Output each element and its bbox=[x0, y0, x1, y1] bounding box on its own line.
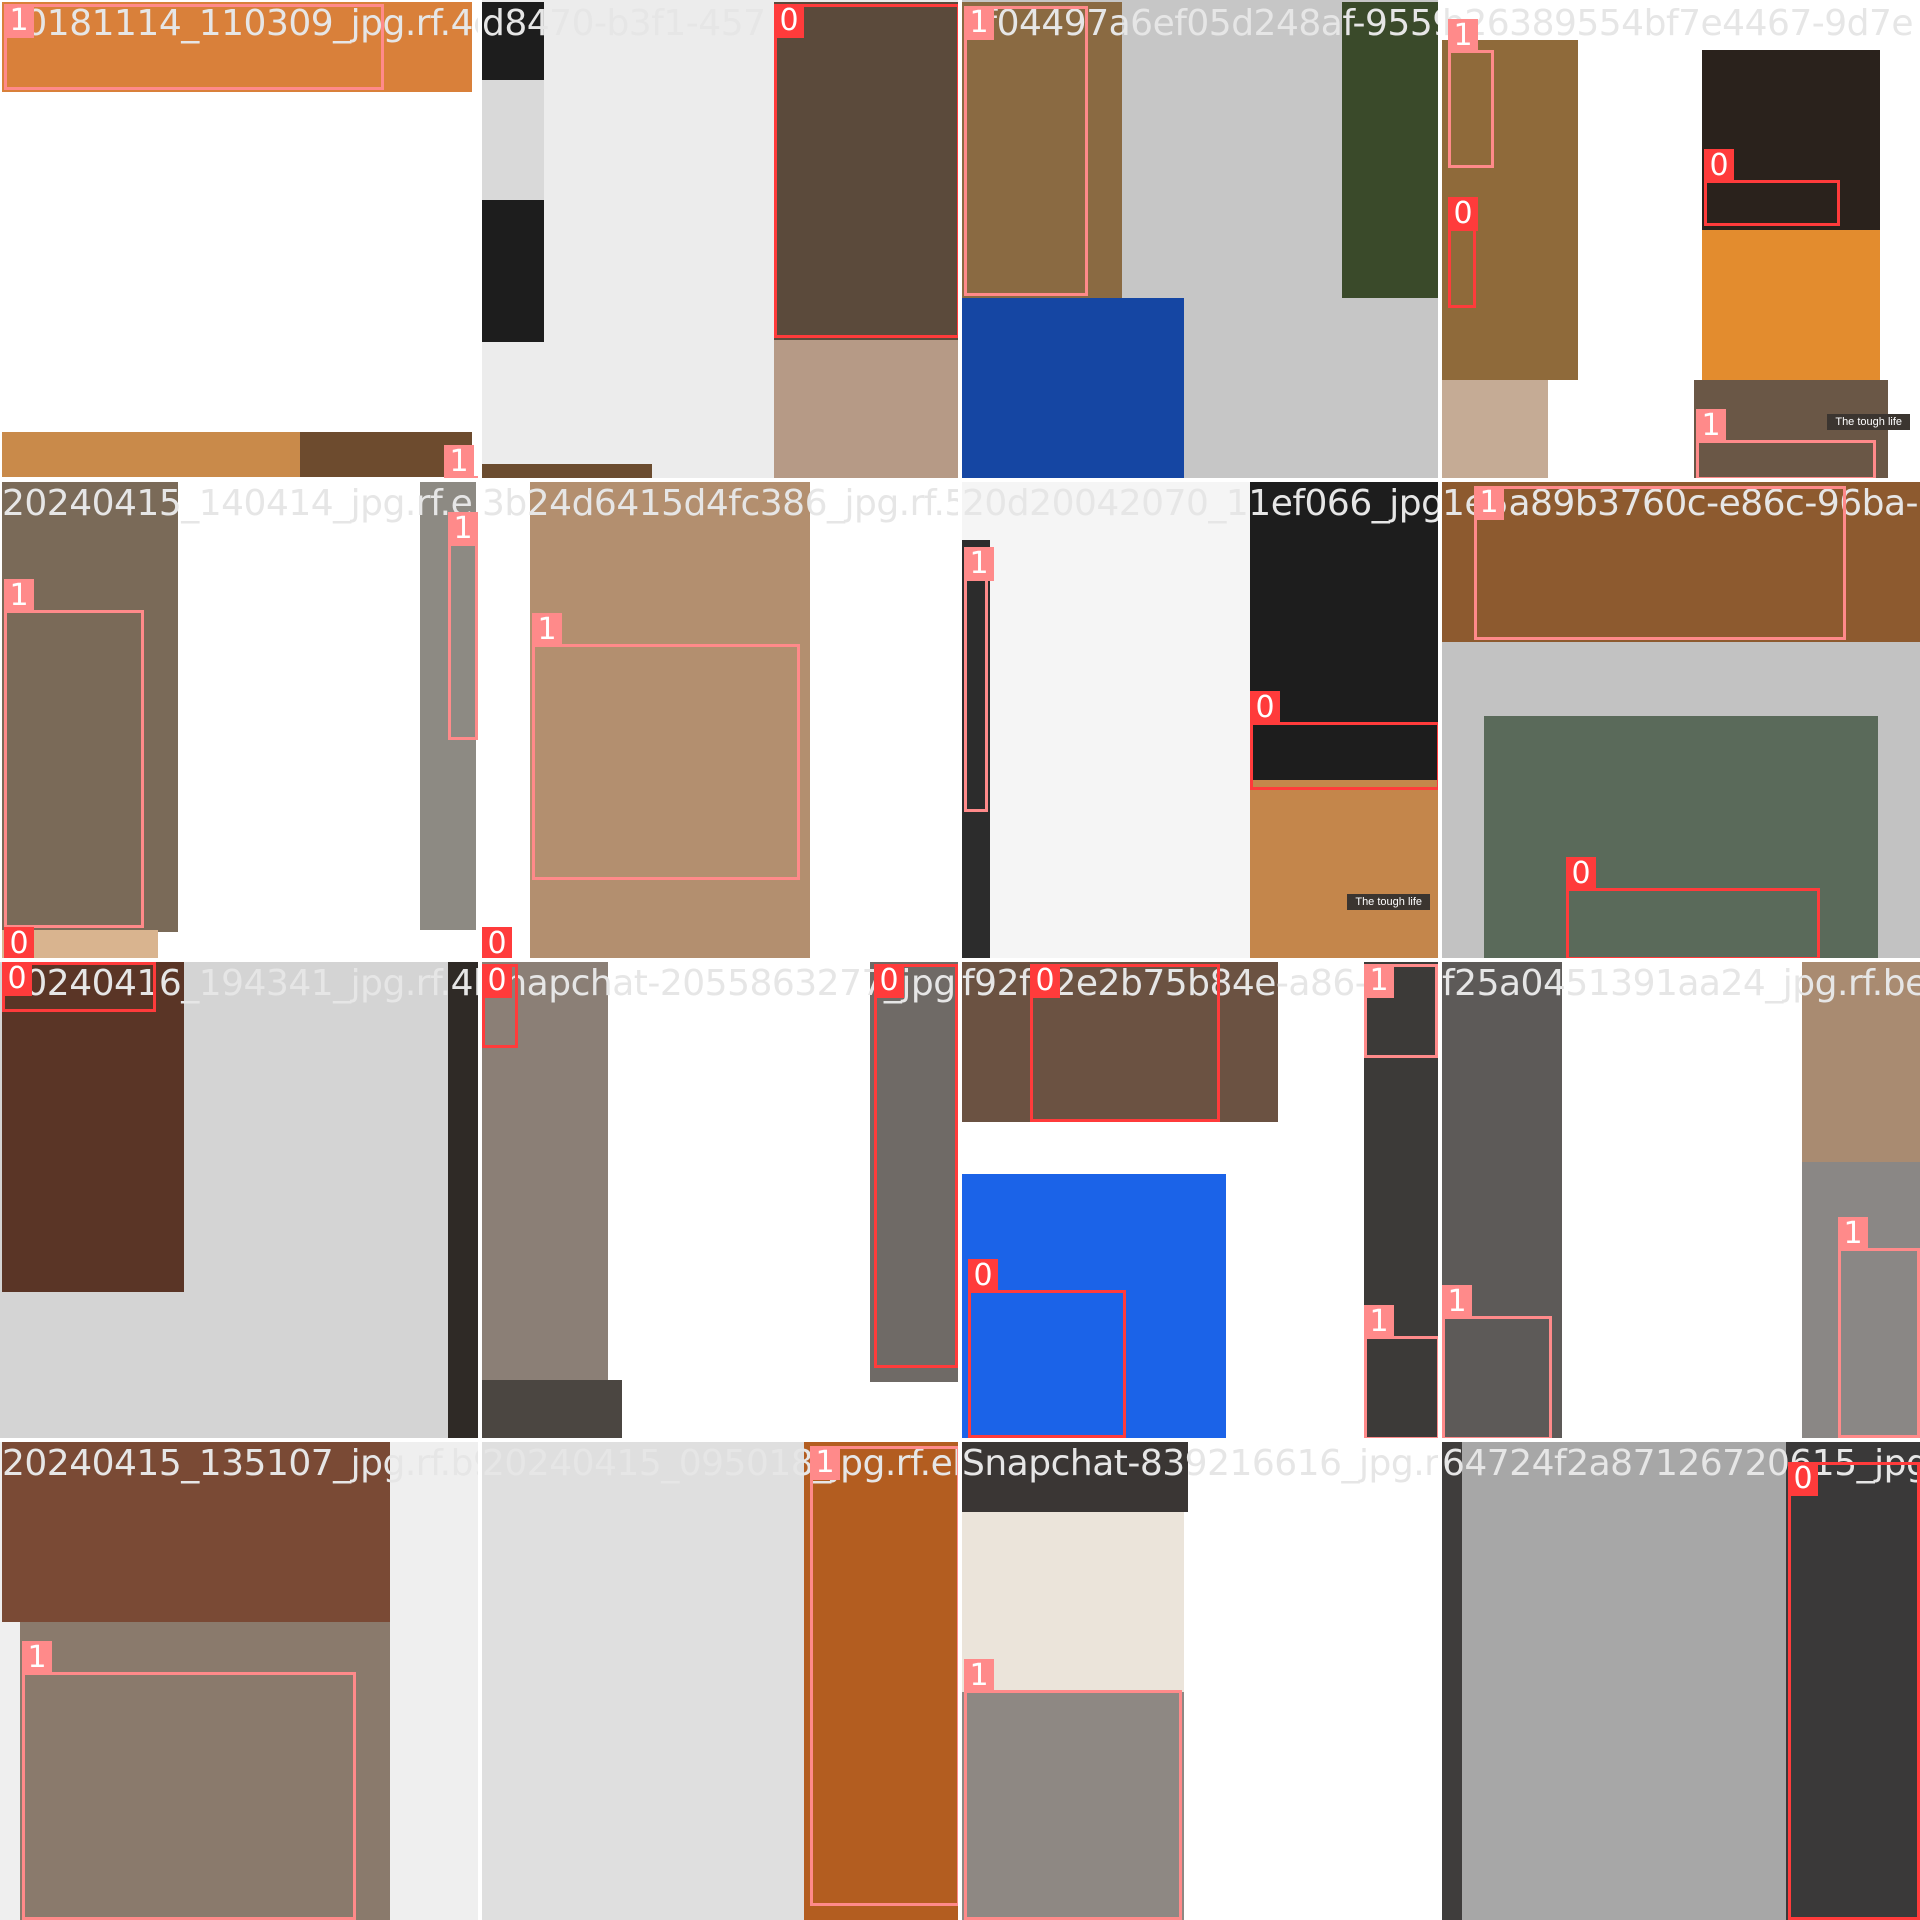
class-label: 1 bbox=[810, 1446, 840, 1480]
class-label: 1 bbox=[4, 4, 34, 38]
mosaic-tile: 3b24d6415d4fc386_jpg.rf.59 1 0 bbox=[480, 480, 960, 960]
class-label: 1 bbox=[1364, 964, 1394, 998]
bounding-box: 1 bbox=[4, 4, 384, 90]
class-label: 0 bbox=[874, 964, 904, 998]
bounding-box: 1 bbox=[1838, 1217, 1920, 1438]
photo-region bbox=[962, 298, 1184, 478]
photo-region bbox=[448, 962, 480, 1440]
mosaic-grid: 10181114_110309_jpg.rf.4e 1 1 d8470-b3f1-45… bbox=[0, 0, 1920, 1920]
class-label: 1 bbox=[448, 512, 478, 546]
class-label: 1 bbox=[1474, 486, 1504, 520]
bounding-box: 1 bbox=[532, 613, 800, 880]
photo-region bbox=[1442, 380, 1548, 480]
mosaic-tile: 20240415_135107_jpg.rf.b9 1 bbox=[0, 1440, 480, 1920]
photo-region bbox=[1342, 2, 1440, 298]
bounding-box: 1 bbox=[1364, 1305, 1440, 1440]
bounding-box: 1 bbox=[1474, 486, 1846, 640]
bounding-box: 1 bbox=[964, 6, 1088, 296]
tile-gutter bbox=[0, 958, 1920, 962]
photo-region bbox=[1442, 1442, 1462, 1920]
photo-caption: The tough life bbox=[1347, 894, 1430, 910]
photo-region bbox=[482, 80, 544, 200]
bounding-box: 0 bbox=[874, 964, 958, 1368]
class-label: 0 bbox=[968, 1259, 998, 1293]
mosaic-tile: Snapchat-839216616_jpg.rf. 1 bbox=[960, 1440, 1440, 1920]
photo-region bbox=[482, 1380, 622, 1440]
tile-filename: b26389554bf7e4467-9d7e bbox=[1442, 3, 1914, 44]
mosaic-tile: 10181114_110309_jpg.rf.4e 1 1 bbox=[0, 0, 480, 480]
class-label: 0 bbox=[1250, 691, 1280, 725]
bounding-box: 0 bbox=[1448, 197, 1478, 308]
tile-filename: 3b24d6415d4fc386_jpg.rf.59 bbox=[482, 483, 960, 524]
class-label: 1 bbox=[964, 1659, 994, 1693]
tile-filename: d8470-b3f1-457 bbox=[482, 3, 766, 44]
class-label: 1 bbox=[22, 1641, 52, 1675]
bounding-box: 0 bbox=[774, 4, 960, 338]
bounding-box: 1 bbox=[22, 1641, 356, 1920]
tile-filename: Snapchat-839216616_jpg.rf. bbox=[962, 1443, 1440, 1484]
mosaic-tile: The tough life 20d20042070_11ef066_jpg.rf… bbox=[960, 480, 1440, 960]
class-label: 0 bbox=[1704, 149, 1734, 183]
bounding-box: 1 bbox=[964, 547, 994, 812]
bounding-box: 1 bbox=[810, 1446, 960, 1906]
mosaic-tile: 20240416_194341_jpg.rf.4b 0 bbox=[0, 960, 480, 1440]
photo-region bbox=[1702, 230, 1880, 380]
bounding-box: 1 bbox=[1448, 19, 1494, 168]
photo-region bbox=[774, 340, 960, 480]
class-label: 0 bbox=[1788, 1462, 1818, 1496]
tile-filename: 20240415_140414_jpg.rf.e bbox=[2, 483, 473, 524]
class-label: 1 bbox=[1442, 1285, 1472, 1319]
bounding-box: 1 bbox=[1442, 1285, 1552, 1440]
bounding-box: 0 bbox=[1566, 857, 1820, 960]
bounding-box: 0 bbox=[1704, 149, 1840, 226]
class-label: 1 bbox=[1448, 19, 1478, 53]
class-label: 0 bbox=[1566, 857, 1596, 891]
photo-region bbox=[962, 1512, 1184, 1692]
bounding-box: 0 bbox=[1250, 691, 1440, 790]
class-label: 0 bbox=[482, 927, 512, 960]
class-label: 1 bbox=[964, 6, 994, 40]
class-label: 0 bbox=[4, 927, 34, 960]
class-label: 1 bbox=[964, 547, 994, 581]
mosaic-tile: 64724f2a87126720615_jpg.r 0 bbox=[1440, 1440, 1920, 1920]
mosaic-tile: 20240415_095018_jpg.rf.eb 1 bbox=[480, 1440, 960, 1920]
class-label: 1 bbox=[1696, 409, 1726, 443]
bounding-box: 1 bbox=[1696, 409, 1876, 480]
mosaic-tile: 1e5a89b3760c-e86c-96ba-b 1 0 bbox=[1440, 480, 1920, 960]
mosaic-tile: 20240415_140414_jpg.rf.e 1 1 0 bbox=[0, 480, 480, 960]
bounding-box: 0 bbox=[968, 1259, 1126, 1438]
bounding-box: 0 bbox=[2, 962, 156, 1012]
class-label: 1 bbox=[532, 613, 562, 647]
bounding-box: 0 bbox=[1788, 1462, 1920, 1920]
bounding-box: 0 bbox=[482, 964, 518, 1048]
bounding-box: 1 bbox=[4, 579, 144, 928]
tile-filename: f25a0451391aa24_jpg.rf.be bbox=[1442, 963, 1920, 1004]
mosaic-tile: f92fb2e2b75b84e-a86-e 0 0 1 1 bbox=[960, 960, 1440, 1440]
tile-filename: 20240415_135107_jpg.rf.b9 bbox=[2, 1443, 480, 1484]
bounding-box: 1 bbox=[964, 1659, 1182, 1920]
class-label: 1 bbox=[1364, 1305, 1394, 1339]
tile-gutter bbox=[1438, 0, 1442, 1920]
class-label: 1 bbox=[1838, 1217, 1868, 1251]
class-label: 1 bbox=[444, 445, 474, 479]
photo-caption: The tough life bbox=[1827, 414, 1910, 430]
bounding-box: 1 bbox=[1364, 964, 1438, 1058]
mosaic-tile: f25a0451391aa24_jpg.rf.be 1 1 bbox=[1440, 960, 1920, 1440]
bounding-box: 1 bbox=[448, 512, 478, 740]
bounding-box: 0 bbox=[1030, 964, 1220, 1122]
class-label: 1 bbox=[4, 579, 34, 613]
class-label: 0 bbox=[1030, 964, 1060, 998]
tile-gutter bbox=[0, 1438, 1920, 1442]
class-label: 0 bbox=[1448, 197, 1478, 231]
class-label: 0 bbox=[2, 962, 32, 996]
class-label: 0 bbox=[482, 964, 512, 998]
photo-region bbox=[1250, 780, 1440, 960]
mosaic-tile: Snapchat-2055863277_jpg. 0 0 bbox=[480, 960, 960, 1440]
mosaic-tile: d8470-b3f1-457 0 bbox=[480, 0, 960, 480]
tile-filename: 20d20042070_11ef066_jpg.rf.023 bbox=[962, 483, 1440, 524]
mosaic-tile: The tough life b26389554bf7e4467-9d7e 1 0 0 1 bbox=[1440, 0, 1920, 480]
mosaic-tile: 1f04497a6ef05d248af-9559-d 1 bbox=[960, 0, 1440, 480]
class-label: 0 bbox=[774, 4, 804, 38]
